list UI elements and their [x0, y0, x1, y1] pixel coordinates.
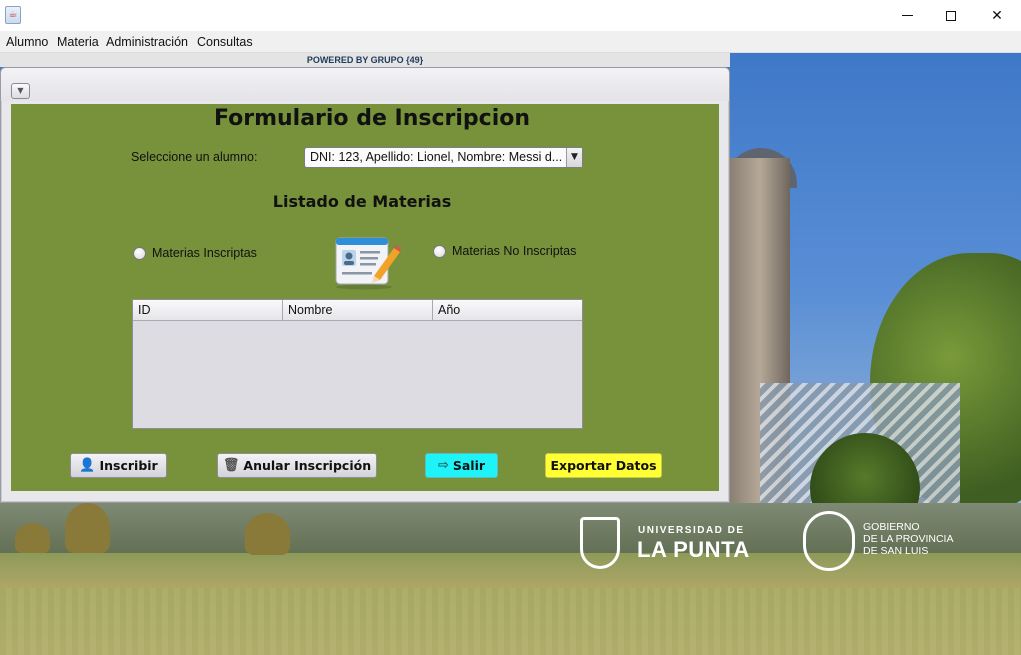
- san-luis-seal-icon: [803, 511, 855, 571]
- table-header: ID Nombre Año: [133, 300, 582, 321]
- trash-icon: 🗑: [222, 458, 240, 473]
- anular-inscripcion-button[interactable]: 🗑 Anular Inscripción: [217, 453, 377, 478]
- universidad-la-punta-logo: UNIVERSIDAD DE LA PUNTA: [580, 513, 749, 573]
- close-button[interactable]: ✕: [974, 0, 1020, 31]
- powered-by-banner: POWERED BY GRUPO {49}: [0, 53, 730, 67]
- ulp-logo-top-text: UNIVERSIDAD DE: [638, 525, 745, 536]
- menu-administracion[interactable]: Administración: [106, 35, 188, 49]
- exportar-datos-button[interactable]: Exportar Datos: [545, 453, 662, 478]
- listado-materias-title: Listado de Materias: [272, 192, 452, 211]
- inscribir-label: Inscribir: [99, 458, 158, 473]
- alumno-label: Seleccione un alumno:: [131, 150, 258, 164]
- exportar-label: Exportar Datos: [550, 458, 657, 473]
- window-title-bar: ☕ ✕: [0, 0, 1021, 31]
- menu-bar: Alumno Materia Administración Consultas: [0, 31, 1021, 53]
- alumno-selected-value: DNI: 123, Apellido: Lionel, Nombre: Mess…: [310, 150, 563, 164]
- gob-line1: GOBIERNO: [863, 521, 920, 533]
- radio-button[interactable]: [133, 246, 146, 260]
- chevron-down-icon: ▼: [17, 86, 24, 95]
- column-header-nombre[interactable]: Nombre: [283, 300, 433, 321]
- ulp-logo-main-text: LA PUNTA: [637, 537, 750, 562]
- minimize-icon: [901, 15, 913, 16]
- bush: [245, 513, 290, 555]
- form-title: Formulario de Inscripcion: [213, 106, 531, 131]
- grass-field: [0, 588, 1021, 655]
- materias-table[interactable]: ID Nombre Año: [132, 299, 583, 429]
- radio-materias-inscriptas[interactable]: Materias Inscriptas: [133, 246, 257, 260]
- radio-materias-no-inscriptas[interactable]: Materias No Inscriptas: [433, 244, 576, 258]
- inscribir-button[interactable]: 👤 Inscribir: [70, 453, 167, 478]
- salir-button[interactable]: ⇨ Salir: [425, 453, 498, 478]
- alumno-select[interactable]: DNI: 123, Apellido: Lionel, Nombre: Mess…: [304, 147, 583, 168]
- gob-line2: DE LA PROVINCIA: [863, 533, 954, 545]
- inscripcion-internal-frame: ▼ Formulario de Inscripcion Seleccione u…: [0, 67, 730, 503]
- bush: [65, 503, 110, 553]
- gob-line3: DE SAN LUIS: [863, 545, 929, 557]
- anular-label: Anular Inscripción: [243, 458, 372, 473]
- bush: [15, 523, 50, 553]
- menu-materia[interactable]: Materia: [57, 35, 99, 49]
- ulp-shield-icon: [580, 517, 620, 569]
- add-user-icon: 👤: [79, 458, 96, 473]
- java-cup-icon: ☕: [5, 6, 21, 24]
- maximize-icon: [946, 10, 956, 21]
- internal-frame-header: ▼: [1, 68, 729, 101]
- gob-logo-text: GOBIERNO DE LA PROVINCIA DE SAN LUIS: [863, 521, 953, 557]
- column-header-id[interactable]: ID: [133, 300, 283, 321]
- maximize-button[interactable]: [928, 0, 974, 31]
- gobierno-san-luis-logo: GOBIERNO DE LA PROVINCIA DE SAN LUIS: [803, 511, 973, 575]
- column-header-anio[interactable]: Año: [433, 300, 582, 321]
- radio-label-inscriptas: Materias Inscriptas: [152, 246, 257, 260]
- salir-label: Salir: [452, 458, 486, 473]
- radio-button[interactable]: [433, 244, 446, 258]
- minimize-button[interactable]: [884, 0, 930, 31]
- exit-icon: ⇨: [437, 458, 449, 473]
- close-icon: ✕: [991, 7, 1003, 24]
- collapse-button[interactable]: ▼: [11, 83, 30, 99]
- registration-form-icon: [335, 237, 401, 290]
- dropdown-arrow-icon[interactable]: ▼: [566, 148, 582, 167]
- menu-alumno[interactable]: Alumno: [6, 35, 48, 49]
- form-panel: Formulario de Inscripcion Seleccione un …: [11, 104, 719, 491]
- radio-label-no-inscriptas: Materias No Inscriptas: [452, 244, 577, 258]
- menu-consultas[interactable]: Consultas: [197, 35, 253, 49]
